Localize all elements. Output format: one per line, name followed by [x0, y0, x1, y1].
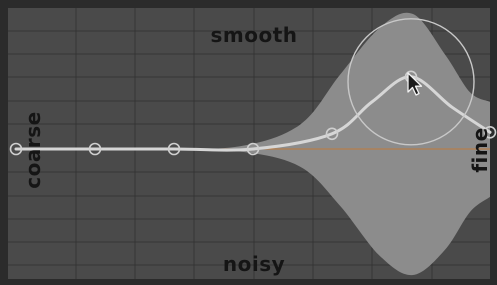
label-smooth: smooth: [210, 23, 297, 47]
label-fine: fine: [468, 127, 492, 172]
label-coarse: coarse: [21, 111, 45, 188]
equalizer-curve-editor[interactable]: smooth noisy coarse fine: [0, 0, 497, 285]
curve-canvas[interactable]: smooth noisy coarse fine: [0, 0, 497, 285]
label-noisy: noisy: [223, 252, 285, 276]
